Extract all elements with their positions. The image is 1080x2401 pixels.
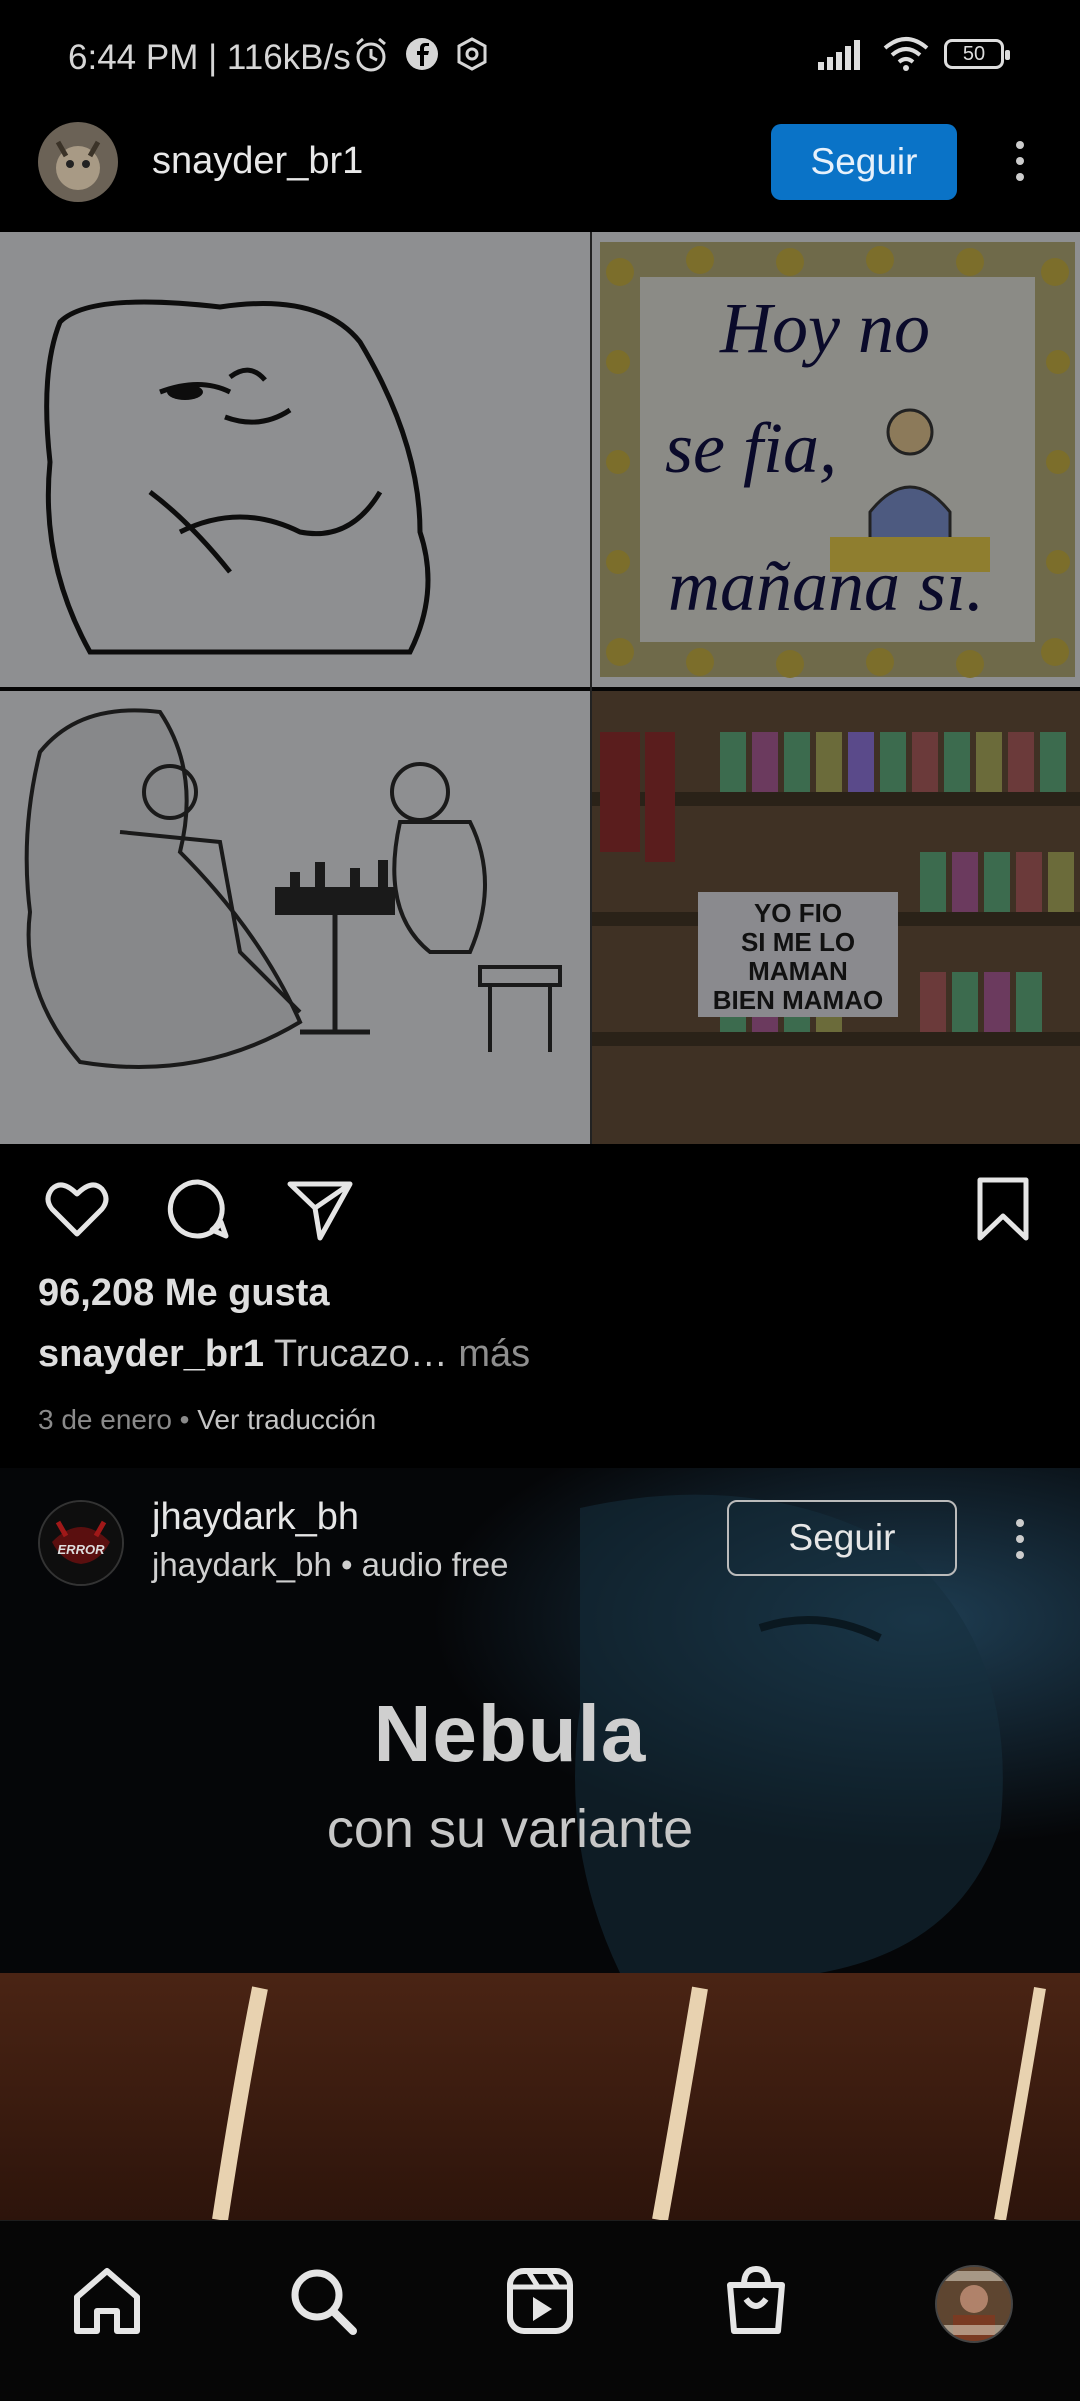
post-header: snayder_br1 Seguir bbox=[0, 116, 1080, 232]
save-bookmark-icon[interactable] bbox=[968, 1174, 1038, 1244]
reel-title-text: Nebula bbox=[373, 1689, 647, 1778]
home-icon[interactable] bbox=[67, 2261, 147, 2341]
profile-avatar[interactable] bbox=[935, 2265, 1013, 2343]
caption-more-link[interactable]: más bbox=[458, 1333, 530, 1375]
alarm-icon bbox=[356, 37, 386, 72]
meta-separator: • bbox=[179, 1404, 190, 1435]
reel-post[interactable]: ERROR jhaydark_bh jhaydark_bh • audio fr… bbox=[0, 1468, 1080, 2220]
like-heart-icon[interactable] bbox=[42, 1174, 112, 1244]
share-icon[interactable] bbox=[285, 1174, 355, 1244]
sign-line2: SI ME LO bbox=[741, 927, 855, 957]
likes-count[interactable]: 96,208 Me gusta bbox=[38, 1272, 329, 1315]
post-meta: 3 de enero • Ver traducción bbox=[38, 1404, 376, 1436]
sign-line1: YO FIO bbox=[754, 898, 842, 928]
sign-line4: BIEN MAMAO bbox=[713, 985, 883, 1015]
reel-subtitle-text: con su variante bbox=[326, 1799, 694, 1859]
bottom-nav bbox=[0, 2220, 1080, 2401]
follow-button[interactable]: Seguir bbox=[771, 124, 957, 200]
tile-text-line1: Hoy no bbox=[719, 288, 930, 368]
caption[interactable]: snayder_br1 Trucazo… más bbox=[38, 1333, 530, 1376]
handwritten-sign: YO FIO SI ME LO MAMAN BIEN MAMAO bbox=[698, 892, 898, 1017]
tile-text-line2: se fia, bbox=[665, 408, 837, 488]
reel-username[interactable]: jhaydark_bh bbox=[152, 1496, 359, 1539]
avatar[interactable] bbox=[38, 122, 118, 202]
caption-username[interactable]: snayder_br1 bbox=[38, 1333, 264, 1375]
status-bar: 6:44 PM | 116kB/s 50 bbox=[0, 0, 1080, 116]
reel-avatar[interactable]: ERROR bbox=[38, 1500, 124, 1586]
comment-icon[interactable] bbox=[163, 1174, 233, 1244]
post-username[interactable]: snayder_br1 bbox=[152, 140, 363, 183]
wifi-icon bbox=[883, 37, 929, 71]
facebook-icon bbox=[406, 38, 438, 70]
reel-follow-button[interactable]: Seguir bbox=[727, 1500, 957, 1576]
post-image[interactable]: Hoy no se fia, mañana sí. YO FIO SI ME L… bbox=[0, 232, 1080, 1144]
more-options-icon[interactable] bbox=[1010, 126, 1030, 196]
reel-audio-subtitle[interactable]: jhaydark_bh • audio free bbox=[152, 1546, 508, 1584]
reel-more-options-icon[interactable] bbox=[1010, 1504, 1030, 1574]
status-icons-left bbox=[352, 36, 490, 74]
sign-line3: MAMAN bbox=[748, 956, 848, 986]
status-time: 6:44 PM | 116kB/s bbox=[68, 38, 351, 77]
settings-hex-icon bbox=[457, 37, 487, 71]
translate-link[interactable]: Ver traducción bbox=[197, 1404, 376, 1435]
search-icon[interactable] bbox=[283, 2261, 363, 2341]
post-date: 3 de enero bbox=[38, 1404, 172, 1435]
status-icons-right: 50 bbox=[818, 36, 1010, 72]
caption-text: Trucazo… bbox=[273, 1333, 448, 1375]
post-actions bbox=[0, 1144, 1080, 1274]
reel-avatar-text: ERROR bbox=[58, 1542, 106, 1557]
battery-icon: 50 bbox=[944, 39, 1010, 69]
reels-icon[interactable] bbox=[500, 2261, 580, 2341]
signal-icon bbox=[818, 40, 860, 70]
shop-bag-icon[interactable] bbox=[716, 2261, 796, 2341]
